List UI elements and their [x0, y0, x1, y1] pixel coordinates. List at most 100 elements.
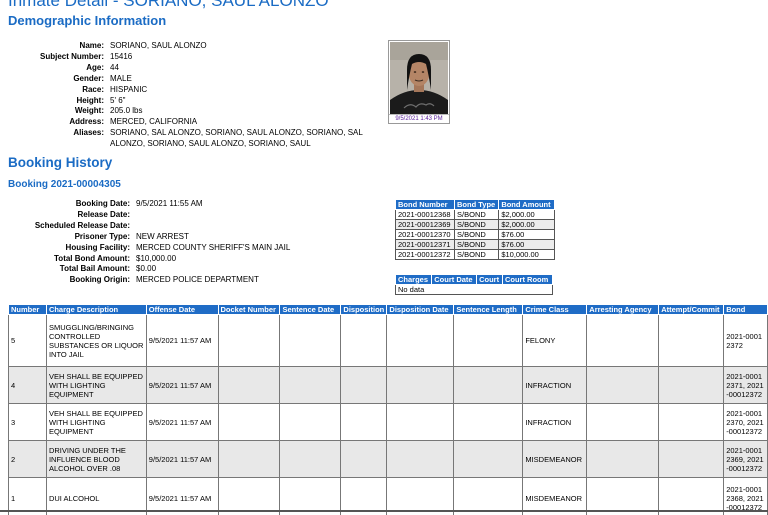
charges-header[interactable]: Disposition Date [386, 304, 455, 315]
field-value: 15416 [110, 51, 133, 61]
charges-header[interactable]: Disposition [340, 304, 388, 315]
court-header[interactable]: Court Room [501, 274, 554, 285]
bond-header[interactable]: Bond Number [394, 199, 456, 210]
charge-description: DRIVING UNDER THE INFLUENCE BLOOD ALCOHO… [45, 440, 147, 478]
docket-number [217, 440, 281, 478]
field-value: HISPANIC [110, 84, 148, 94]
field-label: Address: [69, 117, 104, 127]
arresting-agency [586, 366, 660, 404]
charges-header[interactable]: Attempt/Commit [658, 304, 725, 315]
booking-fields: Booking Date: 9/5/2021 11:55 AM Release Da… [10, 199, 290, 286]
field-row: Scheduled Release Date: [10, 221, 290, 232]
field-value: MERCED POLICE DEPARTMENT [136, 275, 259, 285]
disposition-date [386, 440, 455, 478]
booking-title[interactable]: Booking 2021-00004305 [8, 179, 121, 190]
sentence-date [279, 440, 342, 478]
field-row: Housing Facility: MERCED COUNTY SHERIFF'S… [10, 242, 291, 254]
charges-header[interactable]: Sentence Length [453, 304, 524, 315]
bond-table: Bond Number Bond Type Bond Amount 2021-000… [394, 199, 555, 260]
charge-description: SMUGGLING/BRINGING CONTROLLED SUBSTANCES… [45, 314, 147, 367]
field-value: 5' 6" [110, 95, 126, 105]
booking-history-heading: Booking History [8, 155, 113, 170]
bond-header[interactable]: Bond Amount [498, 199, 555, 210]
docket-number [217, 314, 281, 367]
field-value: MERCED COUNTY SHERIFF'S MAIN JAIL [136, 242, 291, 252]
bond-cell: S/BOND [454, 229, 500, 240]
disposition [340, 366, 388, 404]
field-label: Name: [79, 41, 104, 50]
page-title: Inmate Detail - SORIANO, SAUL ALONZO [8, 0, 329, 10]
charges-header[interactable]: Arresting Agency [586, 304, 660, 315]
charge-row: 4 VEH SHALL BE EQUIPPED WITH LIGHTING EQU… [8, 366, 768, 404]
attempt-commit [658, 440, 725, 478]
field-row: Booking Origin: MERCED POLICE DEPARTMENT [10, 275, 290, 286]
field-row: ALONZO, SORIANO, SAUL ALONZO, SORIANO, S… [16, 139, 363, 150]
disposition [340, 314, 388, 367]
bond-row: 2021-00012371 S/BOND $76.00 [394, 239, 555, 250]
docket-number [217, 403, 281, 441]
court-header[interactable]: Court Date [431, 274, 478, 285]
charges-header[interactable]: Charge Description [45, 304, 147, 315]
charges-header[interactable]: Offense Date [145, 304, 219, 315]
field-row: Subject Number: 15416 [16, 52, 363, 63]
field-value: 9/5/2021 11:55 AM [136, 199, 203, 208]
demographic-heading: Demographic Information [8, 13, 167, 28]
court-header[interactable]: Charges [394, 274, 433, 285]
field-value: MALE [110, 73, 132, 83]
field-value: $0.00 [136, 264, 157, 274]
charge-number: 3 [8, 403, 47, 441]
field-label: Total Bond Amount: [54, 253, 130, 263]
field-label: Height: [76, 95, 104, 105]
field-value: SORIANO, SAL ALONZO, SORIANO, SAUL ALONZ… [110, 128, 363, 138]
court-header[interactable]: Court [476, 274, 503, 285]
sentence-date [279, 366, 342, 404]
sentence-length [453, 314, 524, 367]
field-row: Prisoner Type: NEW ARREST [10, 232, 290, 243]
field-row: Race: HISPANIC [16, 85, 363, 96]
bond-row: 2021-00012370 S/BOND $76.00 [394, 229, 555, 240]
field-value: 205.0 lbs [110, 106, 143, 116]
crime-class: INFRACTION [522, 366, 588, 404]
bond-header[interactable]: Bond Type [454, 199, 500, 210]
arresting-agency [586, 314, 660, 367]
charges-header[interactable]: Sentence Date [279, 304, 342, 315]
field-row: Age: 44 [16, 63, 363, 74]
sentence-length [453, 440, 524, 478]
bond-row: 2021-00012368 S/BOND $2,000.00 [394, 209, 555, 220]
field-value: SORIANO, SAUL ALONZO [110, 41, 207, 50]
bond-cell: $2,000.00 [498, 209, 555, 220]
bond-cell: 2021-00012372 [394, 249, 456, 260]
bond-cell: 2021-00012368 [394, 209, 456, 220]
charge-row: 5 SMUGGLING/BRINGING CONTROLLED SUBSTANCE… [8, 314, 768, 367]
charges-header[interactable]: Crime Class [522, 304, 588, 315]
bond-cell: $76.00 [498, 239, 555, 250]
bond-ref: 2021-00012371, 2021-00012372 [723, 366, 768, 404]
bond-cell: 2021-00012369 [394, 219, 456, 230]
bond-ref: 2021-00012370, 2021-00012372 [723, 403, 768, 441]
charge-description: VEH SHALL BE EQUIPPED WITH LIGHTING EQUI… [45, 403, 147, 441]
sentence-date [279, 314, 342, 367]
crime-class: INFRACTION [522, 403, 588, 441]
mugshot-image [390, 42, 448, 114]
charge-number: 2 [8, 440, 47, 478]
field-label: Booking Origin: [69, 275, 130, 285]
charge-row: 2 DRIVING UNDER THE INFLUENCE BLOOD ALCOH… [8, 440, 768, 478]
bond-ref: 2021-00012369, 2021-00012372 [723, 440, 768, 478]
charges-header[interactable]: Number [8, 304, 47, 315]
charges-header[interactable]: Docket Number [217, 304, 281, 315]
disposition [340, 403, 388, 441]
mugshot-caption: 9/5/2021 1:43 PM [389, 114, 449, 123]
charge-number: 5 [8, 314, 47, 367]
charge-number: 4 [8, 366, 47, 404]
charges-header[interactable]: Bond [723, 304, 768, 315]
disposition-date [386, 366, 455, 404]
field-label: Scheduled Release Date: [34, 220, 130, 230]
charges-table: Number Charge Description Offense Date Dock… [8, 304, 768, 515]
field-row: Address: MERCED, CALIFORNIA [16, 117, 363, 128]
demographic-fields: Name: SORIANO, SAUL ALONZO Subject Number:… [16, 41, 363, 150]
bond-cell: $76.00 [498, 229, 555, 240]
bond-cell: S/BOND [454, 219, 500, 230]
mugshot[interactable]: 9/5/2021 1:43 PM [388, 40, 450, 124]
disposition-date [386, 314, 455, 367]
field-value: 44 [110, 62, 119, 72]
